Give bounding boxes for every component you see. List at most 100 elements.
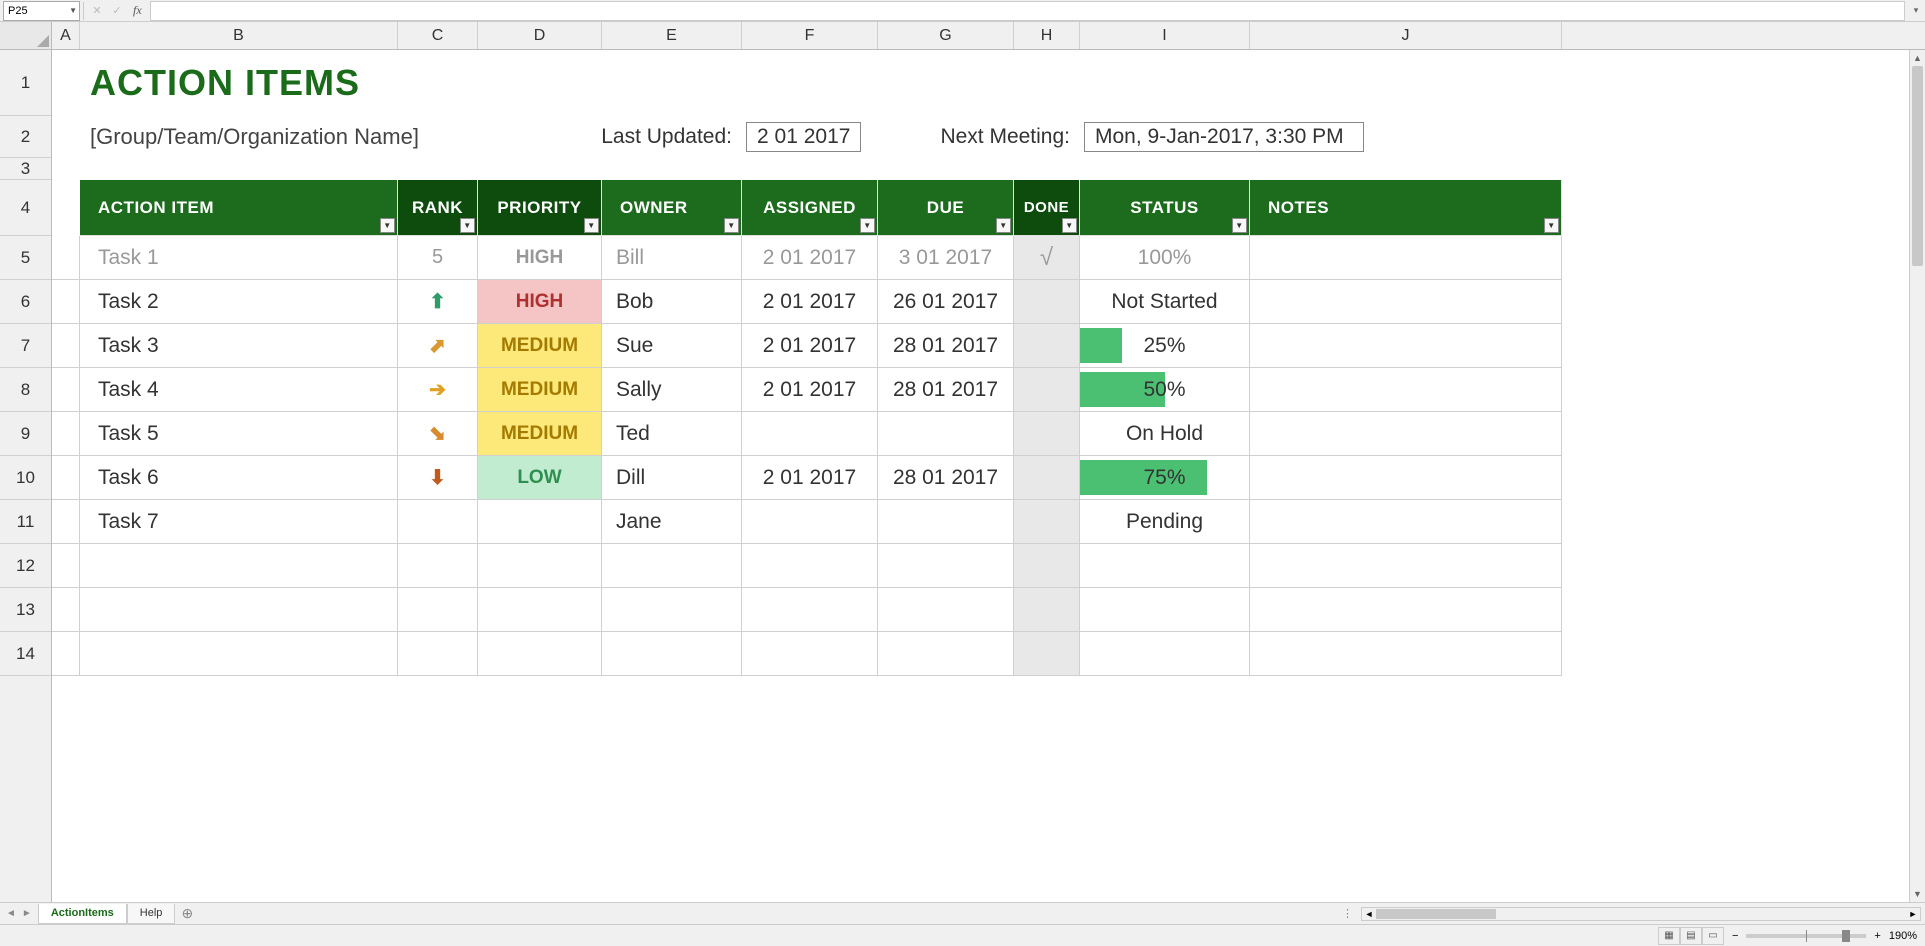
zoom-slider[interactable] <box>1746 934 1866 938</box>
normal-view-icon[interactable]: ▦ <box>1658 927 1680 945</box>
notes-cell[interactable] <box>1250 500 1562 544</box>
notes-cell[interactable] <box>1250 412 1562 456</box>
row-header-14[interactable]: 14 <box>0 632 51 676</box>
priority-cell[interactable]: MEDIUM <box>478 324 602 368</box>
column-header-G[interactable]: G <box>878 22 1014 49</box>
row-header-4[interactable]: 4 <box>0 180 51 236</box>
due-cell[interactable]: 3 01 2017 <box>878 236 1014 280</box>
filter-dropdown-icon[interactable]: ▼ <box>380 218 395 233</box>
row-header-2[interactable]: 2 <box>0 116 51 158</box>
owner-cell[interactable]: Sue <box>602 324 742 368</box>
row-header-1[interactable]: 1 <box>0 50 51 116</box>
notes-cell[interactable] <box>1250 368 1562 412</box>
task-name-cell[interactable]: Task 4 <box>80 368 398 412</box>
rank-cell[interactable]: ⬆ <box>398 280 478 324</box>
header-due[interactable]: DUE▼ <box>878 180 1014 236</box>
priority-cell[interactable]: MEDIUM <box>478 368 602 412</box>
scroll-right-icon[interactable]: ► <box>1906 908 1920 920</box>
filter-dropdown-icon[interactable]: ▼ <box>860 218 875 233</box>
assigned-cell[interactable]: 2 01 2017 <box>742 236 878 280</box>
column-header-F[interactable]: F <box>742 22 878 49</box>
status-cell[interactable]: 75% <box>1080 456 1250 500</box>
column-header-I[interactable]: I <box>1080 22 1250 49</box>
name-box[interactable]: P25 ▼ <box>3 1 80 21</box>
table-row[interactable]: Task 15HIGHBill2 01 20173 01 2017√100% <box>52 236 1925 280</box>
table-row[interactable]: Task 5⬊MEDIUMTedOn Hold <box>52 412 1925 456</box>
due-cell[interactable]: 28 01 2017 <box>878 456 1014 500</box>
priority-cell[interactable]: MEDIUM <box>478 412 602 456</box>
row-header-13[interactable]: 13 <box>0 588 51 632</box>
row-header-11[interactable]: 11 <box>0 500 51 544</box>
status-cell[interactable]: Pending <box>1080 500 1250 544</box>
column-header-E[interactable]: E <box>602 22 742 49</box>
sheet-tab-help[interactable]: Help <box>127 904 176 924</box>
assigned-cell[interactable]: 2 01 2017 <box>742 280 878 324</box>
notes-cell[interactable] <box>1250 236 1562 280</box>
due-cell[interactable]: 28 01 2017 <box>878 324 1014 368</box>
filter-dropdown-icon[interactable]: ▼ <box>584 218 599 233</box>
row-header-5[interactable]: 5 <box>0 236 51 280</box>
priority-cell[interactable]: HIGH <box>478 236 602 280</box>
page-break-view-icon[interactable]: ▭ <box>1702 927 1724 945</box>
header-action-item[interactable]: ACTION ITEM▼ <box>80 180 398 236</box>
done-cell[interactable] <box>1014 500 1080 544</box>
column-header-H[interactable]: H <box>1014 22 1080 49</box>
status-cell[interactable]: 50% <box>1080 368 1250 412</box>
next-meeting-value[interactable]: Mon, 9-Jan-2017, 3:30 PM <box>1084 122 1364 152</box>
header-priority[interactable]: PRIORITY▼ <box>478 180 602 236</box>
assigned-cell[interactable] <box>742 412 878 456</box>
row-2[interactable]: [Group/Team/Organization Name] Last Upda… <box>52 116 1925 158</box>
due-cell[interactable] <box>878 500 1014 544</box>
column-header-C[interactable]: C <box>398 22 478 49</box>
column-header-D[interactable]: D <box>478 22 602 49</box>
table-row[interactable]: Task 7JanePending <box>52 500 1925 544</box>
header-done[interactable]: DONE▼ <box>1014 180 1080 236</box>
due-cell[interactable]: 28 01 2017 <box>878 368 1014 412</box>
owner-cell[interactable]: Dill <box>602 456 742 500</box>
page-layout-view-icon[interactable]: ▤ <box>1680 927 1702 945</box>
header-assigned[interactable]: ASSIGNED▼ <box>742 180 878 236</box>
filter-dropdown-icon[interactable]: ▼ <box>460 218 475 233</box>
column-header-B[interactable]: B <box>80 22 398 49</box>
priority-cell[interactable] <box>478 500 602 544</box>
rank-cell[interactable]: 5 <box>398 236 478 280</box>
zoom-in-button[interactable]: + <box>1874 930 1880 942</box>
priority-cell[interactable]: LOW <box>478 456 602 500</box>
task-name-cell[interactable]: Task 1 <box>80 236 398 280</box>
assigned-cell[interactable]: 2 01 2017 <box>742 456 878 500</box>
notes-cell[interactable] <box>1250 280 1562 324</box>
due-cell[interactable] <box>878 412 1014 456</box>
status-cell[interactable]: 25% <box>1080 324 1250 368</box>
filter-dropdown-icon[interactable]: ▼ <box>724 218 739 233</box>
vertical-scrollbar[interactable]: ▲ ▼ <box>1909 50 1925 902</box>
last-updated-value[interactable]: 2 01 2017 <box>746 122 861 152</box>
rank-cell[interactable] <box>398 500 478 544</box>
task-name-cell[interactable]: Task 3 <box>80 324 398 368</box>
status-cell[interactable]: 100% <box>1080 236 1250 280</box>
row-header-8[interactable]: 8 <box>0 368 51 412</box>
done-cell[interactable] <box>1014 412 1080 456</box>
filter-dropdown-icon[interactable]: ▼ <box>1062 218 1077 233</box>
table-row[interactable]: Task 2⬆HIGHBob2 01 201726 01 2017Not Sta… <box>52 280 1925 324</box>
task-name-cell[interactable]: Task 6 <box>80 456 398 500</box>
notes-cell[interactable] <box>1250 324 1562 368</box>
scroll-left-icon[interactable]: ◄ <box>1362 908 1376 920</box>
header-rank[interactable]: RANK▼ <box>398 180 478 236</box>
rank-cell[interactable]: ⬊ <box>398 412 478 456</box>
done-cell[interactable] <box>1014 280 1080 324</box>
priority-cell[interactable]: HIGH <box>478 280 602 324</box>
row-header-7[interactable]: 7 <box>0 324 51 368</box>
row-header-3[interactable]: 3 <box>0 158 51 180</box>
notes-cell[interactable] <box>1250 456 1562 500</box>
view-mode-buttons[interactable]: ▦ ▤ ▭ <box>1658 927 1724 945</box>
status-cell[interactable]: Not Started <box>1080 280 1250 324</box>
table-row[interactable]: Task 3⬈MEDIUMSue2 01 201728 01 201725% <box>52 324 1925 368</box>
scroll-down-icon[interactable]: ▼ <box>1910 886 1925 902</box>
zoom-level[interactable]: 190% <box>1889 930 1917 942</box>
column-header-J[interactable]: J <box>1250 22 1562 49</box>
owner-cell[interactable]: Ted <box>602 412 742 456</box>
scroll-thumb[interactable] <box>1376 909 1496 919</box>
scroll-thumb[interactable] <box>1912 66 1923 266</box>
task-name-cell[interactable]: Task 5 <box>80 412 398 456</box>
header-notes[interactable]: NOTES▼ <box>1250 180 1562 236</box>
